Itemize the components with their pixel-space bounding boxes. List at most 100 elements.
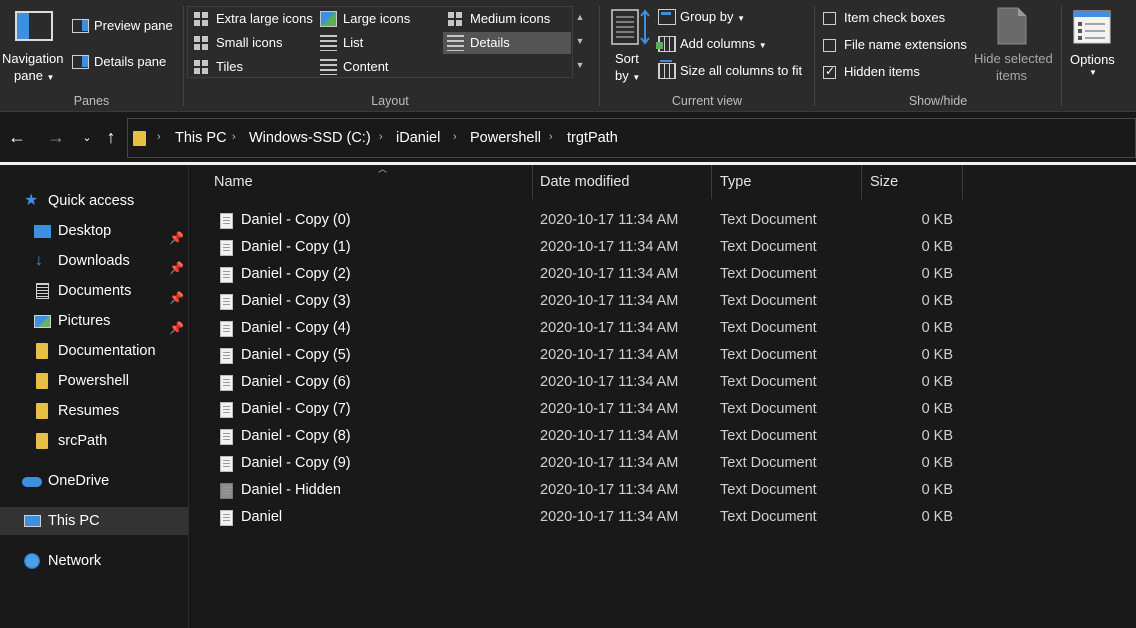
- table-row[interactable]: Daniel - Copy (6) 2020-10-17 11:34 AM Text…: [206, 369, 1136, 396]
- file-size: 0 KB: [921, 482, 953, 498]
- sidebar-item-label: This PC: [48, 513, 100, 529]
- table-row[interactable]: Daniel - Copy (3) 2020-10-17 11:34 AM Text…: [206, 288, 1136, 315]
- table-row[interactable]: Daniel - Copy (2) 2020-10-17 11:34 AM Text…: [206, 261, 1136, 288]
- table-row[interactable]: Daniel - Copy (5) 2020-10-17 11:34 AM Text…: [206, 342, 1136, 369]
- sidebar-item-documentation[interactable]: Documentation: [0, 337, 188, 365]
- file-size: 0 KB: [921, 212, 953, 228]
- file-size: 0 KB: [921, 320, 953, 336]
- sidebar-item-documents[interactable]: Documents 📌: [0, 277, 188, 305]
- hidden-items-checkbox[interactable]: [823, 64, 836, 79]
- breadcrumb-idaniel[interactable]: iDaniel: [396, 130, 440, 146]
- file-type: Text Document: [720, 347, 817, 363]
- breadcrumb-powershell[interactable]: Powershell: [470, 130, 541, 146]
- desktop-icon: [34, 225, 51, 238]
- options-button[interactable]: Options ▼: [1065, 6, 1121, 86]
- details-pane-button[interactable]: Details pane: [72, 54, 178, 72]
- layout-small-icons[interactable]: Small icons: [189, 32, 315, 54]
- size-columns-icon: [658, 60, 676, 79]
- file-size: 0 KB: [921, 293, 953, 309]
- layout-content[interactable]: Content: [316, 56, 442, 78]
- text-document-icon: [220, 321, 233, 337]
- sidebar-item-network[interactable]: Network: [0, 547, 188, 575]
- table-row[interactable]: Daniel - Copy (1) 2020-10-17 11:34 AM Text…: [206, 234, 1136, 261]
- table-row[interactable]: Daniel - Hidden 2020-10-17 11:34 AM Text D…: [206, 477, 1136, 504]
- table-row[interactable]: Daniel - Copy (4) 2020-10-17 11:34 AM Text…: [206, 315, 1136, 342]
- sidebar-item-desktop[interactable]: Desktop 📌: [0, 217, 188, 245]
- sidebar-item-onedrive[interactable]: OneDrive: [0, 467, 188, 495]
- sidebar-item-pictures[interactable]: Pictures 📌: [0, 307, 188, 335]
- layout-large-icons[interactable]: Large icons: [316, 8, 442, 30]
- table-row[interactable]: Daniel - Copy (8) 2020-10-17 11:34 AM Text…: [206, 423, 1136, 450]
- navigation-pane-button[interactable]: Navigation pane ▼: [0, 0, 66, 90]
- gallery-scroll-up-icon[interactable]: ▲: [573, 6, 587, 28]
- item-check-boxes-toggle[interactable]: Item check boxes: [823, 10, 971, 28]
- preview-pane-button[interactable]: Preview pane: [72, 18, 178, 36]
- address-input[interactable]: › This PC › Windows-SSD (C:) › iDaniel ›…: [127, 118, 1136, 158]
- group-by-button[interactable]: Group by ▼: [658, 9, 808, 27]
- file-date-modified: 2020-10-17 11:34 AM: [540, 266, 679, 282]
- file-name: Daniel - Copy (1): [241, 239, 351, 255]
- item-check-boxes-checkbox[interactable]: [823, 12, 836, 25]
- download-arrow-icon: ↓: [35, 252, 43, 269]
- file-date-modified: 2020-10-17 11:34 AM: [540, 401, 679, 417]
- file-date-modified: 2020-10-17 11:34 AM: [540, 212, 679, 228]
- table-row[interactable]: Daniel - Copy (9) 2020-10-17 11:34 AM Text…: [206, 450, 1136, 477]
- layout-extra-large-icons[interactable]: Extra large icons: [189, 8, 315, 30]
- hide-selected-items-button[interactable]: Hide selected items: [971, 4, 1057, 86]
- table-row[interactable]: Daniel - Copy (0) 2020-10-17 11:34 AM Text…: [206, 207, 1136, 234]
- sidebar-item-this-pc[interactable]: This PC: [0, 507, 188, 535]
- table-row[interactable]: Daniel 2020-10-17 11:34 AM Text Document 0 …: [206, 504, 1136, 531]
- add-columns-button[interactable]: Add columns ▼: [656, 36, 808, 54]
- details-pane-icon: [72, 55, 89, 69]
- hidden-items-toggle[interactable]: Hidden items: [823, 64, 971, 82]
- medium-icons-icon: [447, 11, 464, 27]
- sidebar-item-srcpath[interactable]: srcPath: [0, 427, 188, 455]
- gallery-expand-icon[interactable]: ▼: [573, 54, 587, 76]
- forward-arrow-icon[interactable]: →: [45, 127, 67, 148]
- sidebar-item-downloads[interactable]: ↓ Downloads 📌: [0, 247, 188, 275]
- text-document-icon: [220, 267, 233, 283]
- breadcrumb-separator-icon[interactable]: ›: [453, 131, 457, 143]
- sidebar-item-resumes[interactable]: Resumes: [0, 397, 188, 425]
- panes-group: Navigation pane ▼ Preview pane Details p…: [0, 0, 183, 112]
- column-header-name[interactable]: Name ︿: [206, 164, 533, 199]
- file-name-extensions-checkbox[interactable]: [823, 39, 836, 52]
- file-name-extensions-toggle[interactable]: File name extensions: [823, 37, 977, 55]
- layout-tiles[interactable]: Tiles: [189, 56, 315, 78]
- file-type: Text Document: [720, 239, 817, 255]
- folder-icon: [36, 433, 48, 449]
- layout-list[interactable]: List: [316, 32, 442, 54]
- breadcrumb-trgtpath[interactable]: trgtPath: [567, 130, 618, 146]
- sidebar-item-quick-access[interactable]: ★ Quick access: [0, 187, 188, 215]
- breadcrumb-separator-icon[interactable]: ›: [379, 131, 383, 143]
- file-name: Daniel - Copy (9): [241, 455, 351, 471]
- column-header-date-modified[interactable]: Date modified: [532, 165, 712, 199]
- options-icon: [1073, 10, 1111, 44]
- recent-locations-chevron-icon[interactable]: ⌄: [76, 131, 98, 144]
- file-type: Text Document: [720, 455, 817, 471]
- table-row[interactable]: Daniel - Copy (7) 2020-10-17 11:34 AM Text…: [206, 396, 1136, 423]
- size-all-columns-button[interactable]: Size all columns to fit: [658, 60, 808, 81]
- file-size: 0 KB: [921, 428, 953, 444]
- file-date-modified: 2020-10-17 11:34 AM: [540, 293, 679, 309]
- details-icon: [447, 35, 464, 51]
- column-header-type[interactable]: Type: [712, 165, 862, 199]
- breadcrumb-separator-icon[interactable]: ›: [157, 131, 161, 143]
- breadcrumb-separator-icon[interactable]: ›: [232, 131, 236, 143]
- breadcrumb-this-pc[interactable]: This PC: [175, 130, 227, 146]
- sort-by-button[interactable]: Sort by ▼: [608, 6, 652, 86]
- up-arrow-icon[interactable]: ↑: [100, 127, 122, 148]
- layout-details[interactable]: Details: [443, 32, 571, 54]
- file-name: Daniel - Copy (4): [241, 320, 351, 336]
- breadcrumb-windows-ssd[interactable]: Windows-SSD (C:): [249, 130, 371, 146]
- sidebar-item-powershell[interactable]: Powershell: [0, 367, 188, 395]
- gallery-scroll-down-icon[interactable]: ▼: [573, 30, 587, 52]
- sidebar-item-label: Quick access: [48, 193, 135, 209]
- breadcrumb-separator-icon[interactable]: ›: [549, 131, 553, 143]
- back-arrow-icon[interactable]: ←: [6, 127, 28, 148]
- layout-medium-icons[interactable]: Medium icons: [443, 8, 571, 30]
- file-date-modified: 2020-10-17 11:34 AM: [540, 347, 679, 363]
- text-document-icon: [220, 348, 233, 364]
- large-icons-icon: [320, 11, 337, 27]
- column-header-size[interactable]: Size: [862, 165, 963, 199]
